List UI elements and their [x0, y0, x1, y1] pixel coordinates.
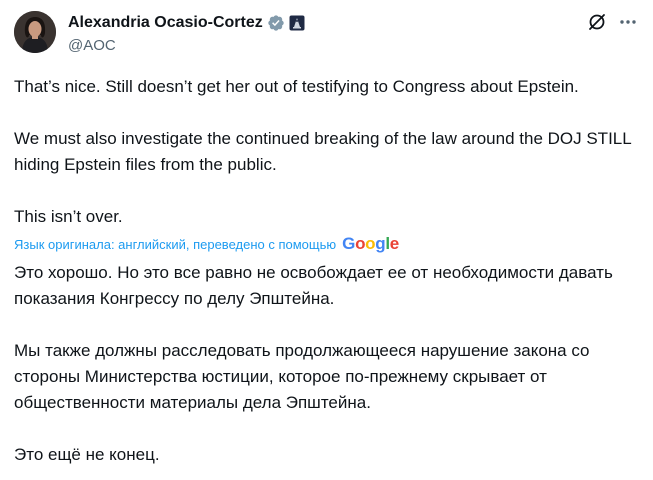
tweet-paragraph: This isn’t over.	[14, 207, 123, 226]
tweet-header: Alexandria Ocasio-Cortez @AOC	[68, 13, 305, 54]
tweet-paragraph: That’s nice. Still doesn’t get her out o…	[14, 77, 579, 96]
translation-note-text: Язык оригинала: английский, переведено с…	[14, 236, 337, 252]
tweet: Alexandria Ocasio-Cortez @AOC That’s nic…	[0, 0, 653, 480]
more-options-icon[interactable]	[617, 11, 639, 33]
translation-note[interactable]: Язык оригинала: английский, переведено с…	[14, 233, 399, 255]
translated-paragraph: Это хорошо. Но это все равно не освобожд…	[14, 263, 613, 308]
grok-icon[interactable]	[586, 11, 608, 33]
google-logo: Google	[342, 234, 399, 253]
translated-paragraph: Мы также должны расследовать продолжающе…	[14, 341, 590, 412]
display-name[interactable]: Alexandria Ocasio-Cortez	[68, 14, 263, 32]
tweet-text: That’s nice. Still doesn’t get her out o…	[14, 74, 639, 230]
translated-text: Это хорошо. Но это все равно не освобожд…	[14, 260, 639, 468]
handle[interactable]: @AOC	[68, 37, 305, 54]
avatar[interactable]	[14, 11, 56, 53]
name-row: Alexandria Ocasio-Cortez	[68, 13, 305, 33]
government-affiliation-icon[interactable]	[289, 15, 305, 31]
verified-badge-icon[interactable]	[267, 14, 285, 32]
tweet-paragraph: We must also investigate the continued b…	[14, 129, 632, 174]
translated-paragraph: Это ещё не конец.	[14, 445, 160, 464]
